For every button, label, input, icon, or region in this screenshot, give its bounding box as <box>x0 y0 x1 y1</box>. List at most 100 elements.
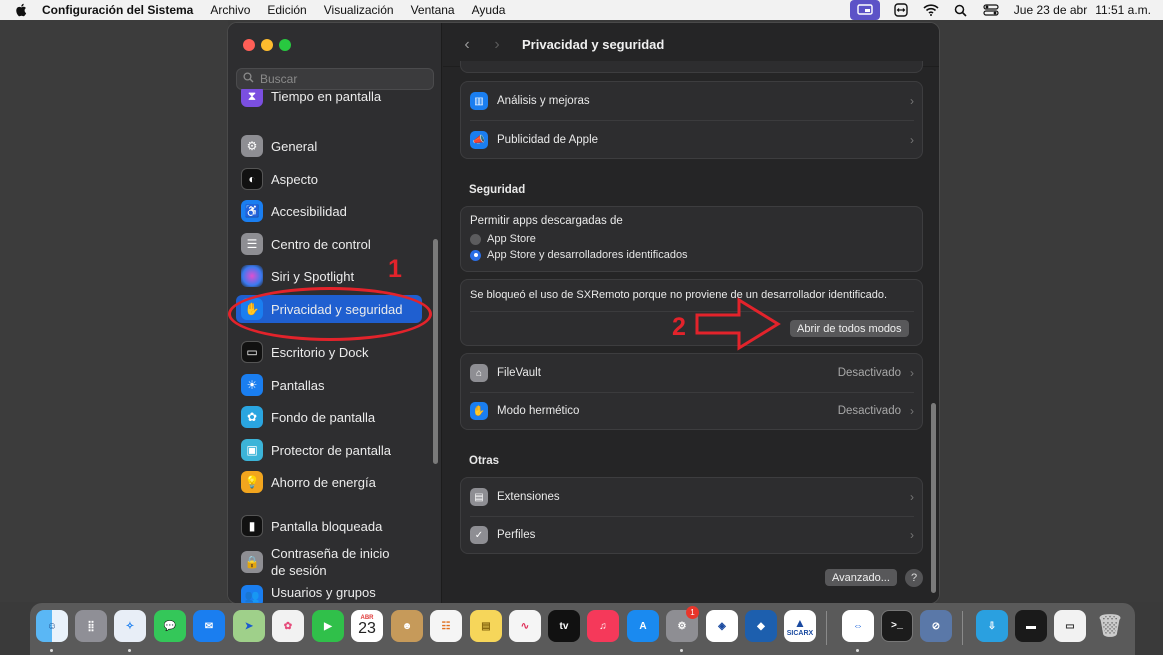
notes-icon[interactable]: ▤ <box>470 610 502 642</box>
sidebar-item-accesibilidad[interactable]: ♿ Accesibilidad <box>236 197 422 225</box>
sidebar-item-pantallas[interactable]: ☀ Pantallas <box>236 371 422 399</box>
row-filevault[interactable]: ⌂ FileVault Desactivado › <box>461 354 922 392</box>
menubar-time[interactable]: 11:51 a.m. <box>1095 3 1151 17</box>
menu-archivo[interactable]: Archivo <box>210 3 250 17</box>
menu-ayuda[interactable]: Ayuda <box>472 3 506 17</box>
mail-icon[interactable]: ✉ <box>193 610 225 642</box>
row-perfiles[interactable]: ✓ Perfiles › <box>461 516 922 554</box>
sidebar-item-fondo-de-pantalla[interactable]: ✿ Fondo de pantalla <box>236 403 422 431</box>
row-extensiones[interactable]: ▤ Extensiones › <box>461 478 922 516</box>
menu-visualizacion[interactable]: Visualización <box>324 3 394 17</box>
chart-icon: ▥ <box>470 92 488 110</box>
sidebar-item-centro-de-control[interactable]: ☰ Centro de control <box>236 230 422 258</box>
lock-screen-icon: ▮ <box>241 515 263 537</box>
facetime-icon[interactable]: ▶ <box>312 610 344 642</box>
running-indicator <box>128 649 131 652</box>
photos-icon[interactable]: ✿ <box>272 610 304 642</box>
app-name-menu[interactable]: Configuración del Sistema <box>42 3 193 17</box>
advanced-button[interactable]: Avanzado... <box>825 569 897 586</box>
row-publicidad-de-apple[interactable]: 📣 Publicidad de Apple › <box>461 121 922 159</box>
radio-app-store[interactable]: App Store <box>470 233 536 245</box>
blocked-app-card: Se bloqueó el uso de SXRemoto porque no … <box>460 279 923 346</box>
row-value: Desactivado <box>837 405 901 417</box>
sidebar-item-usuarios-y-grupos[interactable]: 👥 Usuarios y grupos <box>236 585 422 603</box>
apple-tv-icon[interactable]: tv <box>548 610 580 642</box>
minimized-window-2-icon[interactable]: ▭ <box>1054 610 1086 642</box>
minimize-window-button[interactable] <box>261 39 273 51</box>
annotation-number-1: 1 <box>388 255 402 283</box>
dock-icon: ▭ <box>241 341 263 363</box>
bulb-icon: 💡 <box>241 471 263 493</box>
menu-edicion[interactable]: Edición <box>267 3 306 17</box>
row-value: Desactivado <box>837 367 901 379</box>
diamond-app-icon[interactable]: ◆ <box>745 610 777 642</box>
analytics-card: ▥ Análisis y mejoras › 📣 Publicidad de A… <box>460 81 923 159</box>
accessibility-icon: ♿ <box>241 200 263 222</box>
sidebar-search[interactable] <box>236 68 434 90</box>
messages-icon[interactable]: 💬 <box>154 610 186 642</box>
sidebar-item-label: Pantallas <box>271 377 325 393</box>
maps-icon[interactable]: ➤ <box>233 610 265 642</box>
main-scrollbar[interactable] <box>931 403 936 593</box>
radio-button-on[interactable] <box>470 249 481 261</box>
sidebar-scrollbar[interactable] <box>433 239 438 464</box>
radio-label: App Store y desarrolladores identificado… <box>487 249 688 261</box>
sidebar-item-label: Accesibilidad <box>271 203 347 219</box>
system-settings-window: ⧗ Tiempo en pantalla ⚙ General ◐ Aspecto… <box>227 22 940 604</box>
row-label: Análisis y mejoras <box>497 95 590 107</box>
search-input[interactable] <box>260 72 420 86</box>
teamviewer-icon[interactable]: ⇔ <box>842 610 874 642</box>
row-label: Perfiles <box>497 529 536 541</box>
sidebar-item-general[interactable]: ⚙ General <box>236 132 422 160</box>
running-indicator <box>680 649 683 652</box>
minimized-window-icon[interactable]: ▬ <box>1015 610 1047 642</box>
sidebar-item-tiempo-en-pantalla[interactable]: ⧗ Tiempo en pantalla <box>236 89 422 117</box>
trash-icon[interactable]: 🗑 <box>1094 610 1126 642</box>
reminders-icon[interactable]: ☷ <box>430 610 462 642</box>
terminal-icon[interactable]: >_ <box>881 610 913 642</box>
contacts-icon[interactable]: ☻ <box>391 610 423 642</box>
chevron-right-icon: › <box>910 133 914 147</box>
sidebar-item-ahorro-de-energia[interactable]: 💡 Ahorro de energía <box>236 468 422 496</box>
sidebar-item-protector-de-pantalla[interactable]: ▣ Protector de pantalla <box>236 436 422 464</box>
freeform-icon[interactable]: ∿ <box>509 610 541 642</box>
menubar-date[interactable]: Jue 23 de abr <box>1014 3 1087 17</box>
sicarx-icon[interactable]: ▲ SICARX <box>784 610 816 642</box>
sidebar-item-contrasena[interactable]: 🔒 Contraseña de inicio de sesión <box>236 543 422 581</box>
app-store-icon[interactable]: A <box>627 610 659 642</box>
sidebar-item-escritorio-y-dock[interactable]: ▭ Escritorio y Dock <box>236 338 422 366</box>
wallpaper-icon: ✿ <box>241 406 263 428</box>
row-analisis-y-mejoras[interactable]: ▥ Análisis y mejoras › <box>461 82 922 120</box>
calendar-icon[interactable]: ABR 23 <box>351 610 383 642</box>
menu-ventana[interactable]: Ventana <box>411 3 455 17</box>
screen-share-icon[interactable] <box>849 0 880 20</box>
sidebar-item-label-line2: de sesión <box>271 563 327 578</box>
apple-icon[interactable] <box>14 3 28 17</box>
music-icon[interactable]: ♫ <box>587 610 619 642</box>
launchpad-icon[interactable]: ⣿ <box>75 610 107 642</box>
downloads-folder-icon[interactable]: ⇩ <box>976 610 1008 642</box>
sidebar-item-label: Ahorro de energía <box>271 474 376 490</box>
open-anyway-button[interactable]: Abrir de todos modos <box>790 320 909 337</box>
wifi-icon[interactable] <box>916 0 946 20</box>
control-center-menu-icon[interactable] <box>976 0 1006 20</box>
zoom-window-button[interactable] <box>279 39 291 51</box>
help-button[interactable]: ? <box>905 569 923 587</box>
close-window-button[interactable] <box>243 39 255 51</box>
back-chevron-icon[interactable]: ‹ <box>457 35 477 55</box>
row-modo-hermetico[interactable]: ✋ Modo hermético Desactivado › <box>461 392 922 430</box>
sicarx-small-icon[interactable]: ◈ <box>706 610 738 642</box>
radio-app-store-identified[interactable]: App Store y desarrolladores identificado… <box>470 249 688 261</box>
sidebar-item-aspecto[interactable]: ◐ Aspecto <box>236 165 422 193</box>
spotlight-search-icon[interactable] <box>946 0 976 20</box>
finder-icon[interactable]: ☺ <box>36 610 68 642</box>
blocked-app-icon[interactable]: ⊘ <box>920 610 952 642</box>
teamviewer-status-icon[interactable] <box>886 0 916 20</box>
allow-apps-card: Permitir apps descargadas de App Store A… <box>460 206 923 272</box>
radio-button-off[interactable] <box>470 233 481 245</box>
safari-icon[interactable]: ✧ <box>114 610 146 642</box>
main-pane: ‹ › Privacidad y seguridad ▥ Análisis y … <box>443 23 939 603</box>
hand-icon: ✋ <box>470 402 488 420</box>
sidebar-item-pantalla-bloqueada[interactable]: ▮ Pantalla bloqueada <box>236 512 422 540</box>
forward-chevron-icon[interactable]: › <box>487 35 507 55</box>
